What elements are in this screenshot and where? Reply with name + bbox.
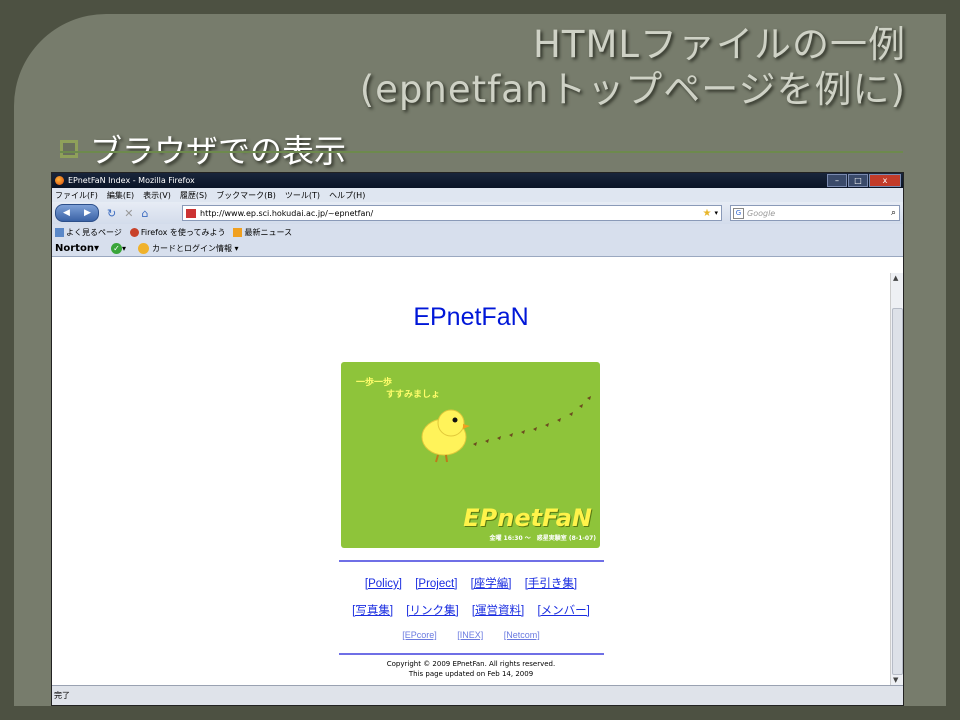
scroll-down-arrow-icon[interactable]: ▼ (893, 676, 898, 684)
google-icon[interactable]: G (733, 207, 744, 219)
bookmark-label[interactable]: よく見るページ (66, 228, 122, 237)
minimize-button[interactable]: – (827, 174, 847, 187)
firefox-icon (55, 176, 64, 185)
window-controls: – □ x (827, 174, 901, 187)
slide-title: HTMLファイルの一例 (epnetfanトップページを例に) (360, 22, 906, 112)
banner-logo: EPnetFaN (463, 504, 592, 532)
page-title: EPnetFaN (413, 303, 529, 331)
menu-bookmarks[interactable]: ブックマーク(B) (216, 190, 276, 201)
back-forward-buttons[interactable]: ◀ ▶ (55, 204, 99, 222)
menu-tools[interactable]: ツール(T) (285, 190, 320, 201)
banner-note-line1: 一歩一歩 (356, 378, 393, 388)
status-bar: 完了 (52, 685, 903, 705)
norton-status[interactable]: ✓ ▾ (110, 242, 126, 254)
page-content: EPnetFaN 一歩一歩 すすみましょ EPnetFaN 金曜 16:30 〜… (52, 273, 890, 685)
menu-help[interactable]: ヘルプ(H) (329, 190, 365, 201)
stop-icon[interactable]: ✕ (124, 207, 133, 220)
nav-links-row2: [写真集] [リンク集] [運営資料] [メンバー] (52, 602, 890, 618)
link-project[interactable]: [Project] (415, 578, 457, 590)
bookmark-item[interactable]: 最新ニュース (233, 227, 292, 238)
rss-icon (233, 227, 243, 237)
search-placeholder[interactable]: Google (747, 209, 891, 218)
menu-file[interactable]: ファイル(F) (55, 190, 98, 201)
link-inex[interactable]: [INEX] (457, 630, 483, 640)
link-policy[interactable]: [Policy] (365, 578, 402, 590)
copyright-text: Copyright © 2009 EPnetFan. All rights re… (386, 660, 556, 668)
divider-top (339, 560, 604, 562)
nav-links-row3: [EPcore] [INEX] [Netcom] (52, 630, 890, 640)
bookmark-label[interactable]: Firefox を使ってみよう (141, 228, 226, 237)
link-photos[interactable]: [写真集] (352, 605, 393, 617)
close-button[interactable]: x (869, 174, 901, 187)
bullet-square-icon (60, 140, 78, 158)
site-favicon-icon (186, 208, 196, 218)
chick-icon (421, 409, 470, 463)
url-text[interactable]: http://www.ep.sci.hokudai.ac.jp/~epnetfa… (200, 209, 703, 218)
bookmark-star-icon[interactable]: ★ (703, 208, 712, 219)
link-operations[interactable]: [運営資料] (472, 605, 524, 617)
banner-note-line2: すすみましょ (386, 390, 441, 400)
firefox-bookmark-icon (129, 227, 139, 237)
reload-icon[interactable]: ↻ (107, 207, 116, 220)
slide-title-line2: (epnetfanトップページを例に) (359, 68, 906, 111)
menu-edit[interactable]: 編集(E) (107, 190, 134, 201)
link-epcore[interactable]: [EPcore] (402, 630, 437, 640)
vertical-scrollbar[interactable]: ▲ ▼ (890, 273, 903, 685)
banner-note: 一歩一歩 すすみましょ (356, 377, 440, 401)
key-icon (138, 242, 149, 254)
home-icon[interactable]: ⌂ (141, 207, 148, 220)
slide-title-line1: HTMLファイルの一例 (533, 23, 906, 66)
norton-card-label[interactable]: カードとログイン情報 (152, 244, 232, 253)
title-rule (60, 151, 903, 153)
norton-card-login[interactable]: カードとログイン情報 ▾ (138, 242, 239, 254)
url-bar[interactable]: http://www.ep.sci.hokudai.ac.jp/~epnetfa… (182, 205, 722, 221)
footprints-trail-icon (473, 396, 591, 446)
norton-label[interactable]: Norton (55, 243, 94, 254)
bookmarks-toolbar: よく見るページ Firefox を使ってみよう 最新ニュース (52, 224, 903, 240)
scroll-thumb[interactable] (892, 308, 903, 675)
link-links[interactable]: [リンク集] (406, 605, 458, 617)
link-netcom[interactable]: [Netcom] (504, 630, 540, 640)
bullet-text: ブラウザでの表示 (90, 132, 347, 170)
search-icon[interactable]: ⌕ (891, 208, 896, 218)
check-icon[interactable]: ✓ (110, 242, 122, 254)
link-guides[interactable]: [手引き集] (525, 578, 577, 590)
menu-bar: ファイル(F) 編集(E) 表示(V) 履歴(S) ブックマーク(B) ツール(… (52, 188, 903, 202)
bullet-item: ブラウザでの表示 (60, 126, 346, 172)
scroll-up-arrow-icon[interactable]: ▲ (893, 274, 898, 282)
page-icon (55, 227, 64, 237)
forward-icon[interactable]: ▶ (84, 208, 91, 218)
nav-links-row1: [Policy] [Project] [座学編] [手引き集] (52, 575, 890, 591)
norton-toolbar: Norton▾ ✓ ▾ カードとログイン情報 ▾ (52, 240, 903, 257)
bookmark-label[interactable]: 最新ニュース (244, 228, 292, 237)
search-box[interactable]: G Google ⌕ (730, 205, 900, 221)
navigation-toolbar: ◀ ▶ ↻ ✕ ⌂ http://www.ep.sci.hokudai.ac.j… (52, 202, 903, 224)
menu-view[interactable]: 表示(V) (143, 190, 171, 201)
browser-window: EPnetFaN Index - Mozilla Firefox – □ x フ… (51, 172, 904, 706)
maximize-button[interactable]: □ (848, 174, 868, 187)
link-lectures[interactable]: [座学編] (471, 578, 512, 590)
norton-menu[interactable]: Norton▾ (55, 243, 99, 254)
window-titlebar: EPnetFaN Index - Mozilla Firefox – □ x (52, 173, 903, 188)
divider-bottom (339, 653, 604, 655)
window-title: EPnetFaN Index - Mozilla Firefox (68, 176, 195, 185)
status-text: 完了 (54, 691, 70, 700)
bookmark-item[interactable]: Firefox を使ってみよう (129, 227, 226, 238)
url-dropdown-icon[interactable]: ▾ (714, 209, 718, 217)
link-members[interactable]: [メンバー] (537, 605, 589, 617)
bookmark-item[interactable]: よく見るページ (55, 227, 122, 238)
back-icon[interactable]: ◀ (63, 208, 70, 218)
banner-schedule: 金曜 16:30 〜 惑星実験室 (8-1-07) (489, 535, 596, 542)
menu-history[interactable]: 履歴(S) (180, 190, 207, 201)
updated-text: This page updated on Feb 14, 2009 (408, 670, 534, 678)
banner-image: 一歩一歩 すすみましょ EPnetFaN 金曜 16:30 〜 惑星実験室 (8… (341, 362, 600, 548)
